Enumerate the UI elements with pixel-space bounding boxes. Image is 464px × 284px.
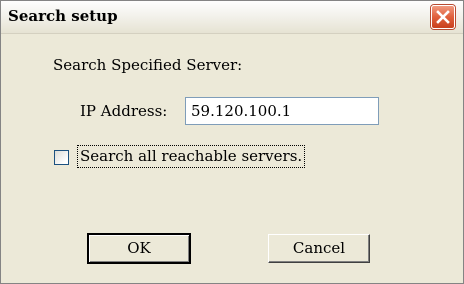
ip-address-input[interactable] <box>185 97 379 125</box>
cancel-button[interactable]: Cancel <box>268 234 370 263</box>
search-setup-dialog: Search setup Search Specified Server: IP… <box>0 0 464 284</box>
ip-address-label: IP Address: <box>80 102 168 120</box>
close-button[interactable] <box>431 5 455 29</box>
ok-button[interactable]: OK <box>87 233 191 264</box>
title-bar[interactable]: Search setup <box>1 1 463 34</box>
search-all-servers-label[interactable]: Search all reachable servers. <box>77 145 306 168</box>
dialog-title: Search setup <box>8 7 118 25</box>
search-all-servers-checkbox[interactable] <box>54 150 69 165</box>
server-section-label: Search Specified Server: <box>53 56 243 74</box>
close-icon <box>436 10 450 24</box>
